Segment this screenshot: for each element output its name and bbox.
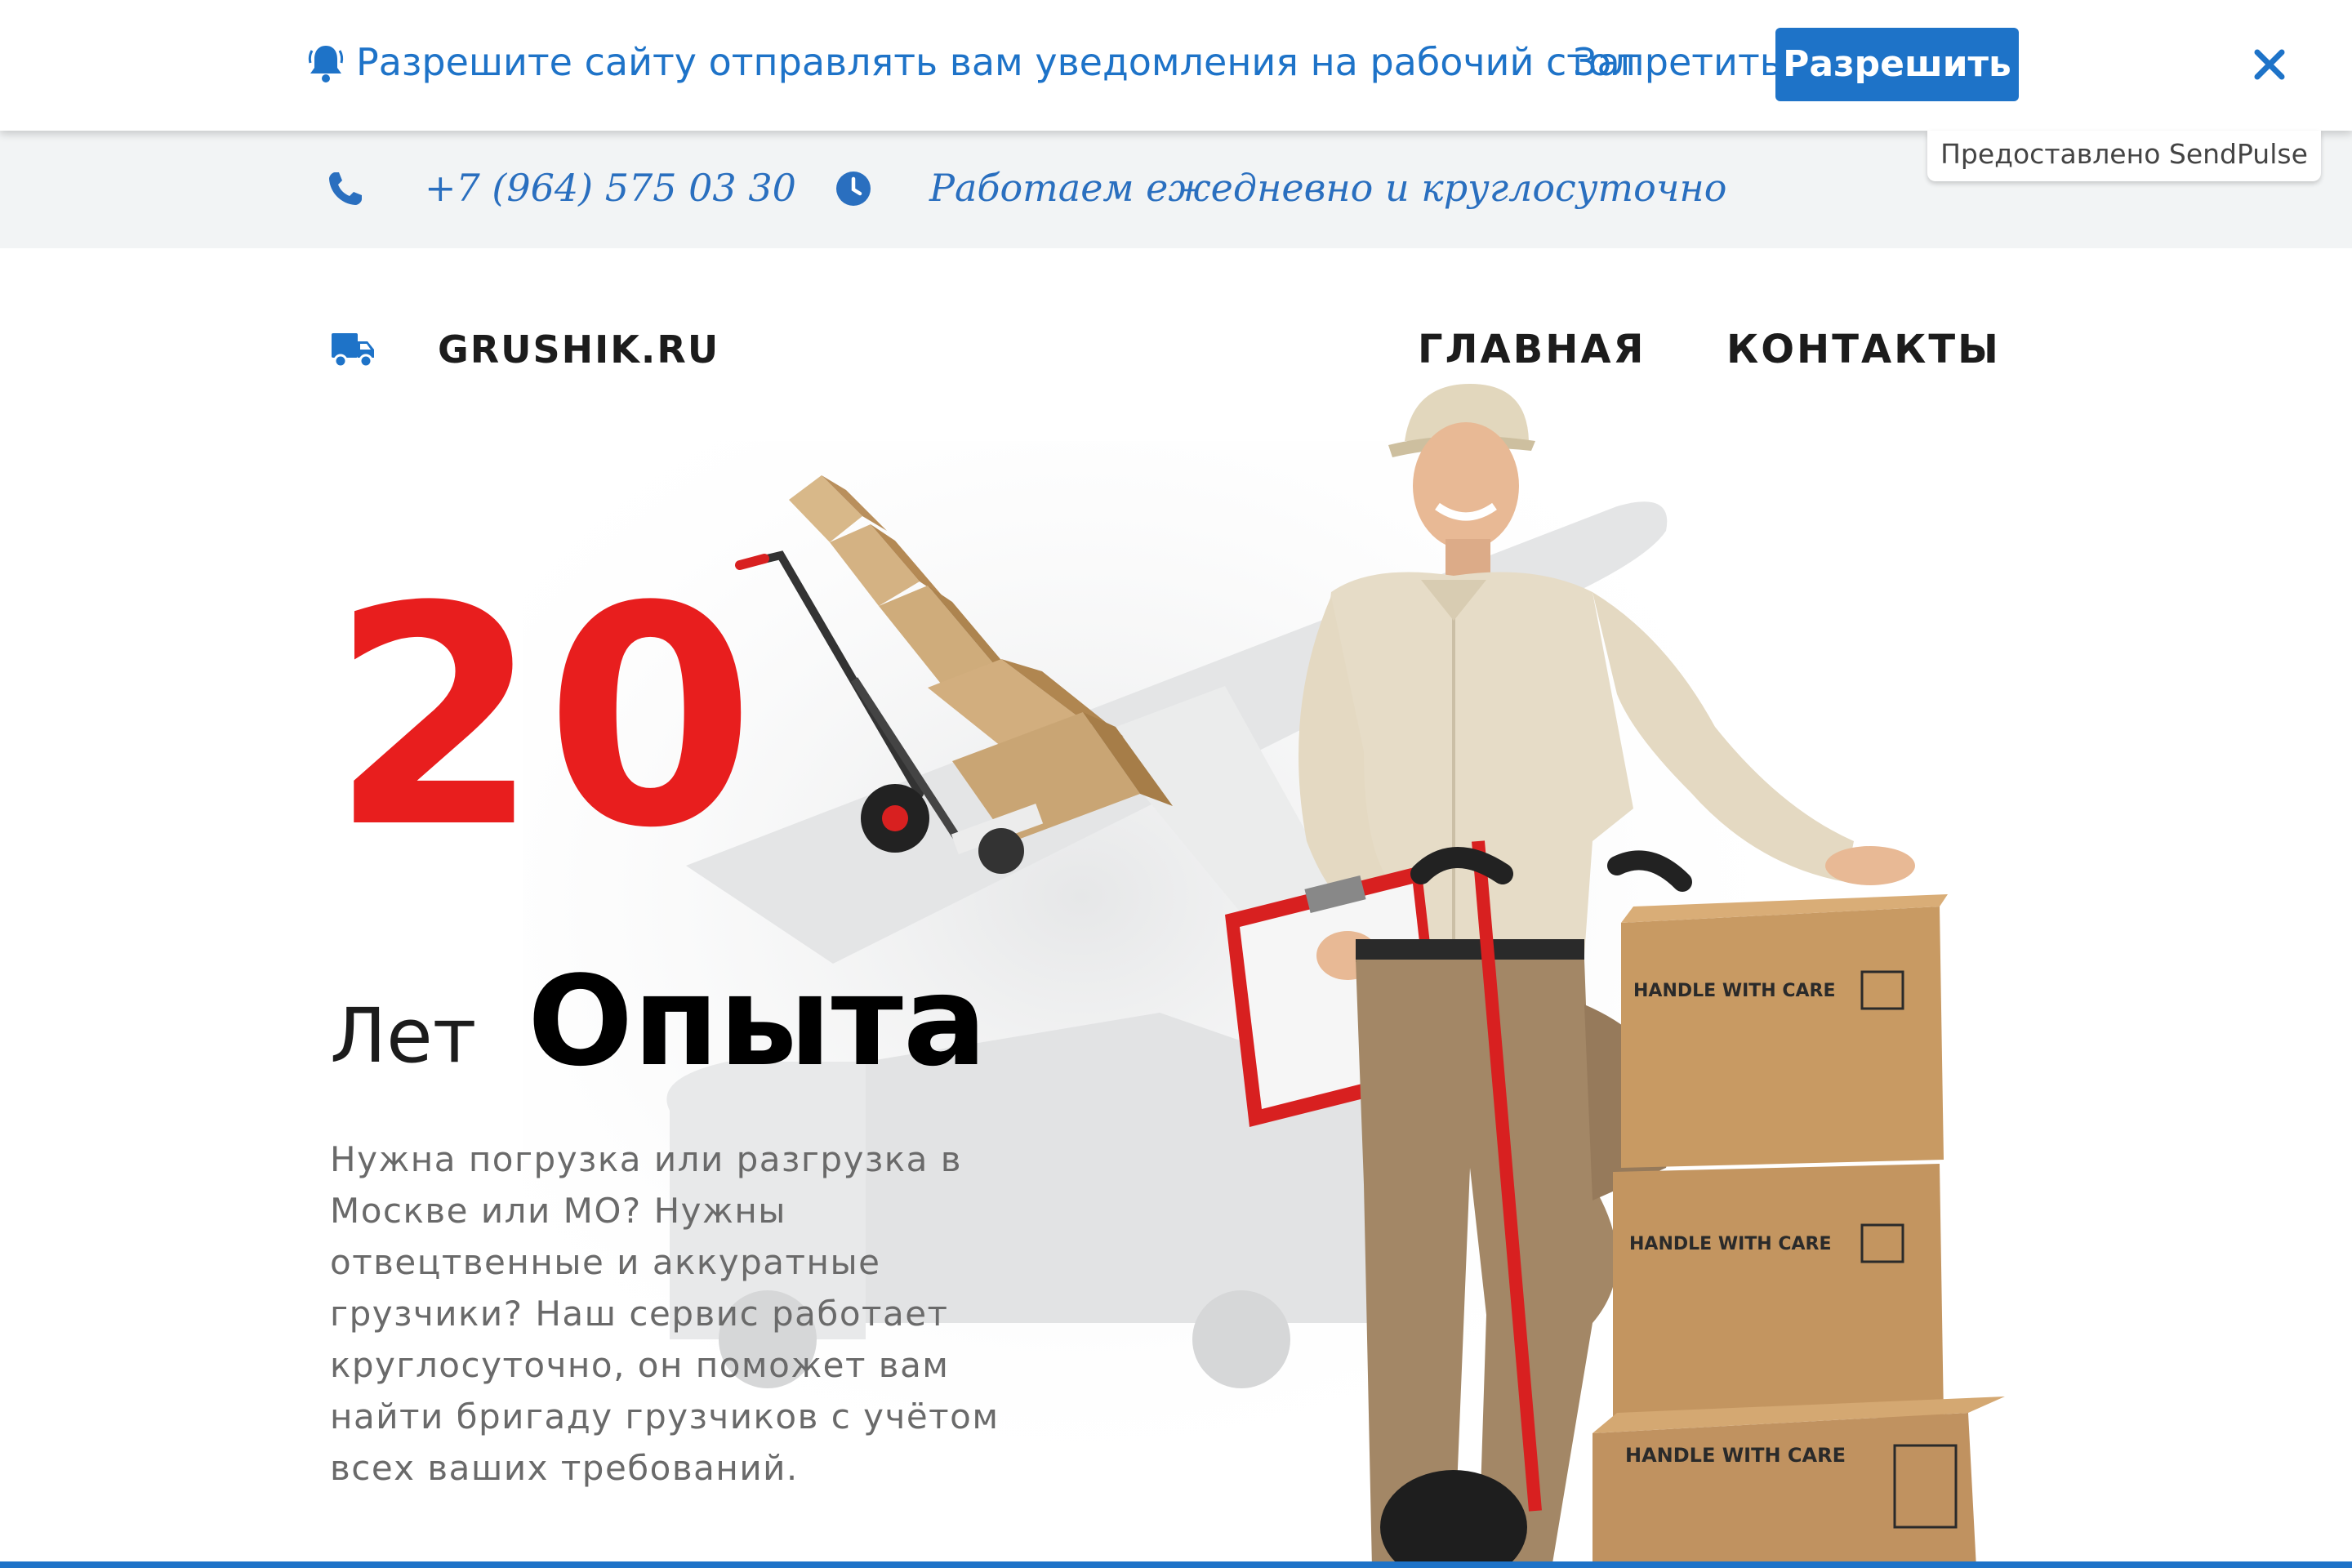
box-label-bottom: HANDLE WITH CARE (1625, 1444, 1846, 1467)
sendpulse-credit: Предоставлено SendPulse (1927, 131, 2321, 181)
notification-bar: Разрешите сайту отправлять вам уведомлен… (0, 0, 2352, 131)
working-hours: Работаем ежедневно и круглосуточно (929, 166, 1727, 210)
box-label-top: HANDLE WITH CARE (1633, 981, 1836, 1001)
years-label: Лет (330, 992, 477, 1080)
page: Разрешите сайту отправлять вам уведомлен… (0, 0, 2352, 1568)
close-icon[interactable] (2251, 46, 2288, 83)
hand-truck-boxes-image (735, 475, 1173, 874)
bottom-divider (0, 1561, 2352, 1568)
allow-button[interactable]: Разрешить (1775, 28, 2019, 101)
notification-message: Разрешите сайту отправлять вам уведомлен… (356, 40, 1636, 84)
box-label-middle: HANDLE WITH CARE (1629, 1234, 1832, 1254)
deny-button[interactable]: Запретить (1573, 38, 1782, 87)
bell-icon (308, 46, 344, 82)
phone-number[interactable]: +7 (964) 575 03 30 (425, 163, 796, 212)
mover-worker-image: HANDLE WITH CARE HANDLE WITH CARE HANDLE… (1225, 384, 2005, 1568)
truck-icon[interactable] (330, 330, 376, 369)
logo-text[interactable]: GRUSHIK.RU (438, 323, 719, 376)
clock-icon (836, 172, 871, 206)
experience-label: Опыта (528, 949, 987, 1094)
phone-icon (329, 172, 362, 205)
experience-number: 20 (330, 543, 760, 894)
hero-description: Нужна погрузка или разгрузка в Москве ил… (330, 1139, 1000, 1488)
nav-contacts[interactable]: КОНТАКТЫ (1726, 323, 2001, 376)
nav-home[interactable]: ГЛАВНАЯ (1418, 323, 1646, 376)
